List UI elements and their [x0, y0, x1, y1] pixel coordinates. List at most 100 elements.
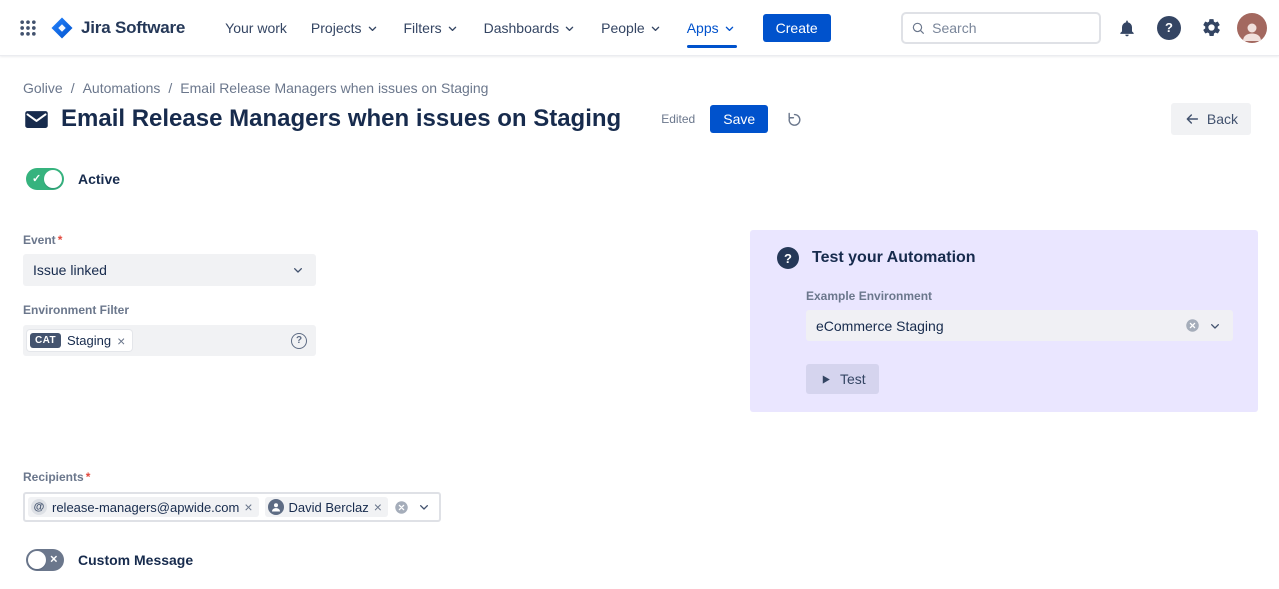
environment-chip: CAT Staging ×	[27, 330, 132, 351]
email-icon	[23, 106, 50, 133]
back-button-label: Back	[1207, 111, 1238, 127]
nav-dashboards[interactable]: Dashboards	[472, 0, 590, 56]
remove-recipient-icon[interactable]: ×	[374, 501, 382, 513]
custom-message-toggle[interactable]: ✕	[26, 549, 64, 571]
nav-label: Dashboards	[484, 20, 560, 36]
play-icon	[819, 373, 832, 386]
clear-all-icon[interactable]	[394, 500, 409, 515]
chevron-down-icon	[722, 21, 737, 36]
page: Jira Software Your work Projects Filters…	[0, 0, 1279, 589]
example-environment-value: eCommerce Staging	[816, 318, 944, 334]
nav-label: Filters	[404, 20, 442, 36]
chevron-down-icon	[1207, 318, 1223, 334]
test-panel-title: Test your Automation	[812, 249, 976, 267]
question-glyph: ?	[784, 251, 792, 266]
event-field-group: Event * Issue linked	[23, 233, 316, 286]
help-glyph: ?	[1165, 20, 1173, 35]
email-at-icon: @	[31, 499, 47, 515]
bell-icon	[1117, 18, 1137, 38]
example-environment-select[interactable]: eCommerce Staging	[806, 310, 1233, 341]
jira-logo[interactable]: Jira Software	[50, 16, 185, 40]
save-button[interactable]: Save	[710, 105, 768, 133]
nav-projects[interactable]: Projects	[299, 0, 392, 56]
custom-message-row: ✕ Custom Message	[26, 549, 193, 571]
environment-filter-label-text: Environment Filter	[23, 303, 129, 317]
check-icon: ✓	[32, 172, 41, 185]
back-button[interactable]: Back	[1171, 103, 1251, 135]
remove-chip-icon[interactable]: ×	[117, 335, 125, 347]
help-icon: ?	[1157, 16, 1181, 40]
back-arrow-icon	[1184, 111, 1200, 127]
help-button[interactable]: ?	[1153, 12, 1185, 44]
search-icon	[911, 20, 925, 36]
search-input[interactable]	[932, 20, 1091, 36]
app-switcher-button[interactable]	[12, 12, 44, 44]
required-marker: *	[58, 233, 63, 247]
breadcrumb-item-automations[interactable]: Automations	[83, 80, 161, 96]
clear-selection-icon[interactable]	[1185, 318, 1200, 333]
app-name: Jira Software	[81, 18, 185, 38]
breadcrumb-item-current: Email Release Managers when issues on St…	[180, 80, 488, 96]
notifications-button[interactable]	[1111, 12, 1143, 44]
test-button-label: Test	[840, 371, 866, 387]
environment-filter-field[interactable]: CAT Staging × ?	[23, 325, 316, 356]
breadcrumb-separator: /	[71, 80, 75, 96]
environment-chip-label: Staging	[67, 333, 111, 348]
at-glyph: @	[34, 501, 45, 513]
cross-icon: ✕	[50, 554, 58, 565]
active-toggle-row: ✓ Active	[26, 168, 120, 190]
user-avatar[interactable]	[1237, 13, 1267, 43]
breadcrumb: Golive / Automations / Email Release Man…	[23, 80, 488, 96]
active-toggle-label: Active	[78, 171, 120, 187]
user-icon	[268, 499, 284, 515]
page-header: Email Release Managers when issues on St…	[23, 102, 1251, 136]
search-box	[901, 12, 1101, 44]
help-glyph: ?	[296, 335, 302, 346]
test-button[interactable]: Test	[806, 364, 879, 394]
recipients-label: Recipients *	[23, 470, 441, 484]
event-select-value: Issue linked	[33, 262, 107, 278]
jira-logo-icon	[50, 16, 74, 40]
event-label: Event *	[23, 233, 316, 247]
event-select[interactable]: Issue linked	[23, 254, 316, 286]
nav-label: Apps	[687, 20, 719, 36]
primary-nav: Your work Projects Filters Dashboards Pe…	[213, 0, 748, 56]
test-panel-header: ? Test your Automation	[777, 247, 1234, 269]
settings-button[interactable]	[1195, 12, 1227, 44]
nav-your-work[interactable]: Your work	[213, 0, 299, 56]
recipient-chip-email: @ release-managers@apwide.com ×	[28, 497, 259, 517]
custom-message-label: Custom Message	[78, 552, 193, 568]
undo-button[interactable]	[780, 105, 808, 133]
nav-people[interactable]: People	[589, 0, 675, 56]
event-label-text: Event	[23, 233, 56, 247]
test-panel-body: Example Environment eCommerce Staging	[806, 289, 1233, 394]
test-automation-panel: ? Test your Automation Example Environme…	[750, 230, 1258, 412]
create-button[interactable]: Create	[763, 14, 831, 42]
category-badge: CAT	[30, 333, 61, 348]
nav-label: People	[601, 20, 645, 36]
chevron-down-icon	[416, 499, 432, 515]
toggle-knob	[28, 551, 46, 569]
example-environment-label: Example Environment	[806, 289, 1233, 303]
breadcrumb-item-golive[interactable]: Golive	[23, 80, 63, 96]
toggle-knob	[44, 170, 62, 188]
chevron-down-icon	[290, 262, 306, 278]
chevron-down-icon	[562, 21, 577, 36]
recipient-chip-label: release-managers@apwide.com	[52, 500, 239, 515]
chevron-down-icon	[445, 21, 460, 36]
chevron-down-icon	[365, 21, 380, 36]
page-title: Email Release Managers when issues on St…	[61, 102, 621, 136]
example-environment-label-text: Example Environment	[806, 289, 932, 303]
remove-recipient-icon[interactable]: ×	[244, 501, 252, 513]
active-toggle[interactable]: ✓	[26, 168, 64, 190]
topbar-right: ?	[901, 12, 1267, 44]
recipients-field[interactable]: @ release-managers@apwide.com × David Be…	[23, 492, 441, 522]
breadcrumb-separator: /	[168, 80, 172, 96]
person-icon	[1240, 19, 1264, 43]
edited-status: Edited	[661, 112, 695, 126]
field-help-icon[interactable]: ?	[291, 333, 307, 349]
nav-apps[interactable]: Apps	[675, 0, 749, 56]
nav-filters[interactable]: Filters	[392, 0, 472, 56]
required-marker: *	[86, 470, 91, 484]
recipients-group: Recipients * @ release-managers@apwide.c…	[23, 470, 441, 522]
